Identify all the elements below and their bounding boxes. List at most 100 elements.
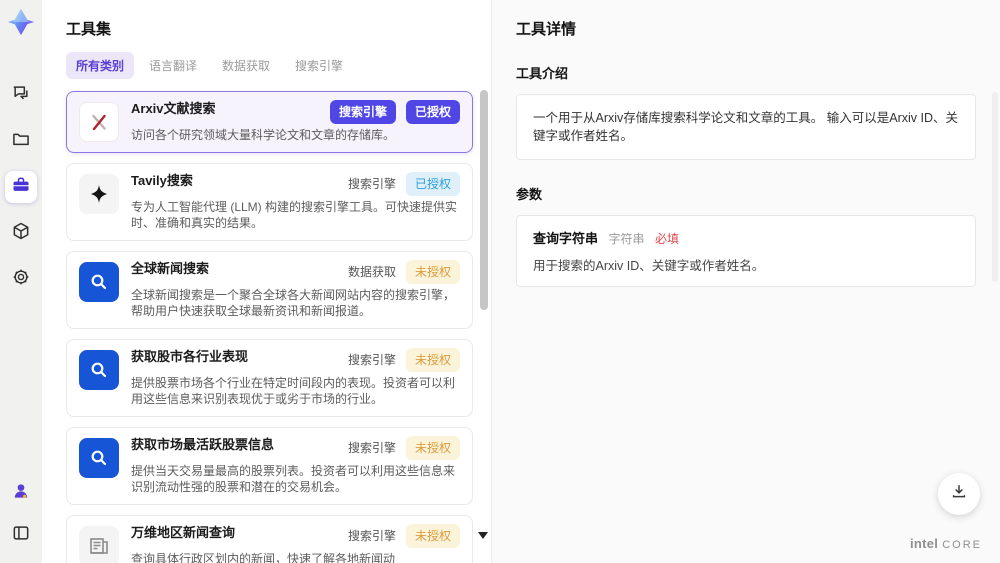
tool-name: Arxiv文献搜索 bbox=[131, 101, 216, 116]
sidebar-item-chat[interactable] bbox=[5, 79, 37, 111]
tab-data-fetch[interactable]: 数据获取 bbox=[212, 52, 280, 79]
tool-name: Tavily搜索 bbox=[131, 172, 193, 188]
tool-description: 访问各个研究领域大量科学论文和文章的存储库。 bbox=[131, 128, 396, 142]
tool-badges: 搜索引擎 未授权 bbox=[340, 435, 460, 460]
tool-name: 获取市场最活跃股票信息 bbox=[131, 436, 275, 452]
sparkle-icon bbox=[79, 173, 119, 214]
tool-badges: 数据获取 未授权 bbox=[340, 259, 460, 284]
tool-category-badge: 数据获取 bbox=[347, 264, 396, 279]
tool-card-head: Tavily搜索 搜索引擎 已授权 bbox=[131, 171, 460, 196]
scroll-down-arrow-icon[interactable] bbox=[478, 532, 488, 539]
tab-search-engine[interactable]: 搜索引擎 bbox=[285, 52, 353, 79]
sidebar bbox=[0, 0, 42, 563]
tool-card[interactable]: 获取股市各行业表现 搜索引擎 未授权 提供股票市场各个行业在特定时间段内的表现。… bbox=[66, 338, 473, 417]
page-title: 工具集 bbox=[66, 21, 112, 38]
sidebar-item-settings[interactable] bbox=[5, 263, 37, 295]
tool-status-badge: 未授权 bbox=[405, 259, 460, 284]
blue-search-icon bbox=[79, 437, 119, 478]
tool-badges: 搜索引擎 未授权 bbox=[340, 523, 460, 548]
tool-badges: 搜索引擎 已授权 bbox=[340, 171, 460, 196]
tool-status-badge: 已授权 bbox=[405, 171, 460, 196]
tool-category-badge: 搜索引擎 bbox=[347, 528, 396, 543]
tool-card-head: 获取股市各行业表现 搜索引擎 未授权 bbox=[131, 347, 460, 372]
tab-language-translation[interactable]: 语言翻译 bbox=[139, 52, 207, 79]
settings-gear-icon bbox=[11, 267, 31, 292]
tool-card-head: 获取市场最活跃股票信息 搜索引擎 未授权 bbox=[131, 435, 460, 460]
tool-card[interactable]: Tavily搜索 搜索引擎 已授权 专为人工智能代理 (LLM) 构建的搜索引擎… bbox=[66, 162, 473, 241]
app-logo-icon bbox=[6, 7, 36, 37]
tool-name: 获取股市各行业表现 bbox=[131, 348, 249, 364]
tool-card-body: Arxiv文献搜索 搜索引擎 已授权 访问各个研究领域大量科学论文和文章的存储库… bbox=[131, 100, 460, 144]
tool-detail-panel: 工具详情 工具介绍 一个用于从Arxiv存储库搜索科学论文和文章的工具。 输入可… bbox=[492, 0, 1000, 563]
tool-status-badge: 已授权 bbox=[405, 100, 460, 124]
tool-description: 提供当天交易量最高的股票列表。投资者可以利用这些信息来识别流动性强的股票和潜在的… bbox=[131, 463, 456, 495]
tool-card-body: 全球新闻搜索 数据获取 未授权 全球新闻搜索是一个聚合全球各大新闻网站内容的搜索… bbox=[131, 259, 460, 320]
tool-description: 全球新闻搜索是一个聚合全球各大新闻网站内容的搜索引擎，帮助用户快速获取全球最新资… bbox=[131, 287, 456, 319]
tool-card-body: 获取市场最活跃股票信息 搜索引擎 未授权 提供当天交易量最高的股票列表。投资者可… bbox=[131, 435, 460, 496]
tool-badges: 搜索引擎 未授权 bbox=[340, 347, 460, 372]
tool-card[interactable]: 万维地区新闻查询 搜索引擎 未授权 查询具体行政区划内的新闻，快速了解各地新闻动 bbox=[66, 514, 473, 563]
tool-card[interactable]: 获取市场最活跃股票信息 搜索引擎 未授权 提供当天交易量最高的股票列表。投资者可… bbox=[66, 426, 473, 505]
app-window: 工具集 所有类别 语言翻译 数据获取 搜索引擎 Arxiv文献搜索 搜索引擎 已… bbox=[0, 0, 1000, 563]
tool-card-body: Tavily搜索 搜索引擎 已授权 专为人工智能代理 (LLM) 构建的搜索引擎… bbox=[131, 171, 460, 232]
tool-category-badge: 搜索引擎 bbox=[347, 352, 396, 367]
tool-badges: 搜索引擎 已授权 bbox=[322, 100, 460, 124]
tool-name: 万维地区新闻查询 bbox=[131, 524, 236, 540]
tool-category-badge: 搜索引擎 bbox=[347, 176, 396, 191]
tool-card[interactable]: Arxiv文献搜索 搜索引擎 已授权 访问各个研究领域大量科学论文和文章的存储库… bbox=[66, 91, 473, 153]
list-scrollbar-thumb[interactable] bbox=[480, 90, 488, 310]
intro-heading: 工具介绍 bbox=[516, 66, 569, 81]
tool-category-badge: 搜索引擎 bbox=[329, 100, 396, 124]
tool-description: 专为人工智能代理 (LLM) 构建的搜索引擎工具。可快速提供实时、准确和真实的结… bbox=[131, 199, 458, 231]
sidebar-item-toolbox[interactable] bbox=[5, 171, 37, 203]
sidebar-item-packages[interactable] bbox=[5, 217, 37, 249]
download-button[interactable] bbox=[938, 473, 980, 515]
tool-card-head: 万维地区新闻查询 搜索引擎 未授权 bbox=[131, 523, 460, 548]
intel-core-logo: intel core bbox=[910, 536, 982, 551]
tool-card-body: 万维地区新闻查询 搜索引擎 未授权 查询具体行政区划内的新闻，快速了解各地新闻动 bbox=[131, 523, 460, 563]
blue-search-icon bbox=[79, 349, 119, 390]
blue-search-icon bbox=[79, 261, 119, 302]
detail-title: 工具详情 bbox=[516, 21, 577, 38]
tool-description: 提供股票市场各个行业在特定时间段内的表现。投资者可以利用这些信息来识别表现优于或… bbox=[131, 375, 456, 407]
avatar-icon bbox=[11, 481, 31, 506]
tool-status-badge: 未授权 bbox=[405, 435, 460, 460]
tool-list-panel: 工具集 所有类别 语言翻译 数据获取 搜索引擎 Arxiv文献搜索 搜索引擎 已… bbox=[42, 0, 492, 563]
sidebar-bottom bbox=[5, 477, 37, 551]
sidebar-item-files[interactable] bbox=[5, 125, 37, 157]
intro-text-box: 一个用于从Arxiv存储库搜索科学论文和文章的工具。 输入可以是Arxiv ID… bbox=[516, 94, 976, 160]
panel-toggle-icon bbox=[11, 523, 31, 548]
detail-scrollbar-thumb[interactable] bbox=[992, 92, 998, 282]
folder-icon bbox=[11, 129, 31, 154]
tool-description: 查询具体行政区划内的新闻，快速了解各地新闻动 bbox=[131, 551, 396, 563]
parameter-header: 查询字符串 字符串 必填 bbox=[533, 228, 959, 248]
tab-all-categories[interactable]: 所有类别 bbox=[66, 52, 135, 79]
tool-card-head: Arxiv文献搜索 搜索引擎 已授权 bbox=[131, 100, 460, 124]
tool-status-badge: 未授权 bbox=[405, 347, 460, 372]
newspaper-icon bbox=[79, 525, 119, 563]
brand-core-text: core bbox=[942, 539, 982, 551]
tool-name: 全球新闻搜索 bbox=[131, 260, 210, 276]
package-icon bbox=[11, 221, 31, 246]
tool-card-body: 获取股市各行业表现 搜索引擎 未授权 提供股票市场各个行业在特定时间段内的表现。… bbox=[131, 347, 460, 408]
parameter-description: 用于搜索的Arxiv ID、关键字或作者姓名。 bbox=[533, 259, 765, 273]
tool-card-head: 全球新闻搜索 数据获取 未授权 bbox=[131, 259, 460, 284]
toolbox-icon bbox=[11, 175, 31, 200]
params-heading: 参数 bbox=[516, 187, 543, 202]
chat-icon bbox=[11, 83, 31, 108]
tool-status-badge: 未授权 bbox=[405, 523, 460, 548]
parameter-box: 查询字符串 字符串 必填 用于搜索的Arxiv ID、关键字或作者姓名。 bbox=[516, 215, 976, 287]
parameter-required-flag: 必填 bbox=[654, 232, 679, 246]
arxiv-logo-icon bbox=[79, 102, 119, 142]
parameter-type: 字符串 bbox=[608, 232, 645, 246]
tool-list: Arxiv文献搜索 搜索引擎 已授权 访问各个研究领域大量科学论文和文章的存储库… bbox=[66, 91, 491, 563]
parameter-name: 查询字符串 bbox=[533, 231, 599, 246]
download-icon bbox=[949, 482, 969, 507]
tool-card[interactable]: 全球新闻搜索 数据获取 未授权 全球新闻搜索是一个聚合全球各大新闻网站内容的搜索… bbox=[66, 250, 473, 329]
tool-category-badge: 搜索引擎 bbox=[347, 440, 396, 455]
sidebar-item-account[interactable] bbox=[5, 477, 37, 509]
category-tabs: 所有类别 语言翻译 数据获取 搜索引擎 bbox=[66, 52, 491, 79]
brand-intel-text: intel bbox=[909, 536, 939, 551]
sidebar-item-collapse[interactable] bbox=[5, 519, 37, 551]
sidebar-nav bbox=[5, 79, 37, 295]
